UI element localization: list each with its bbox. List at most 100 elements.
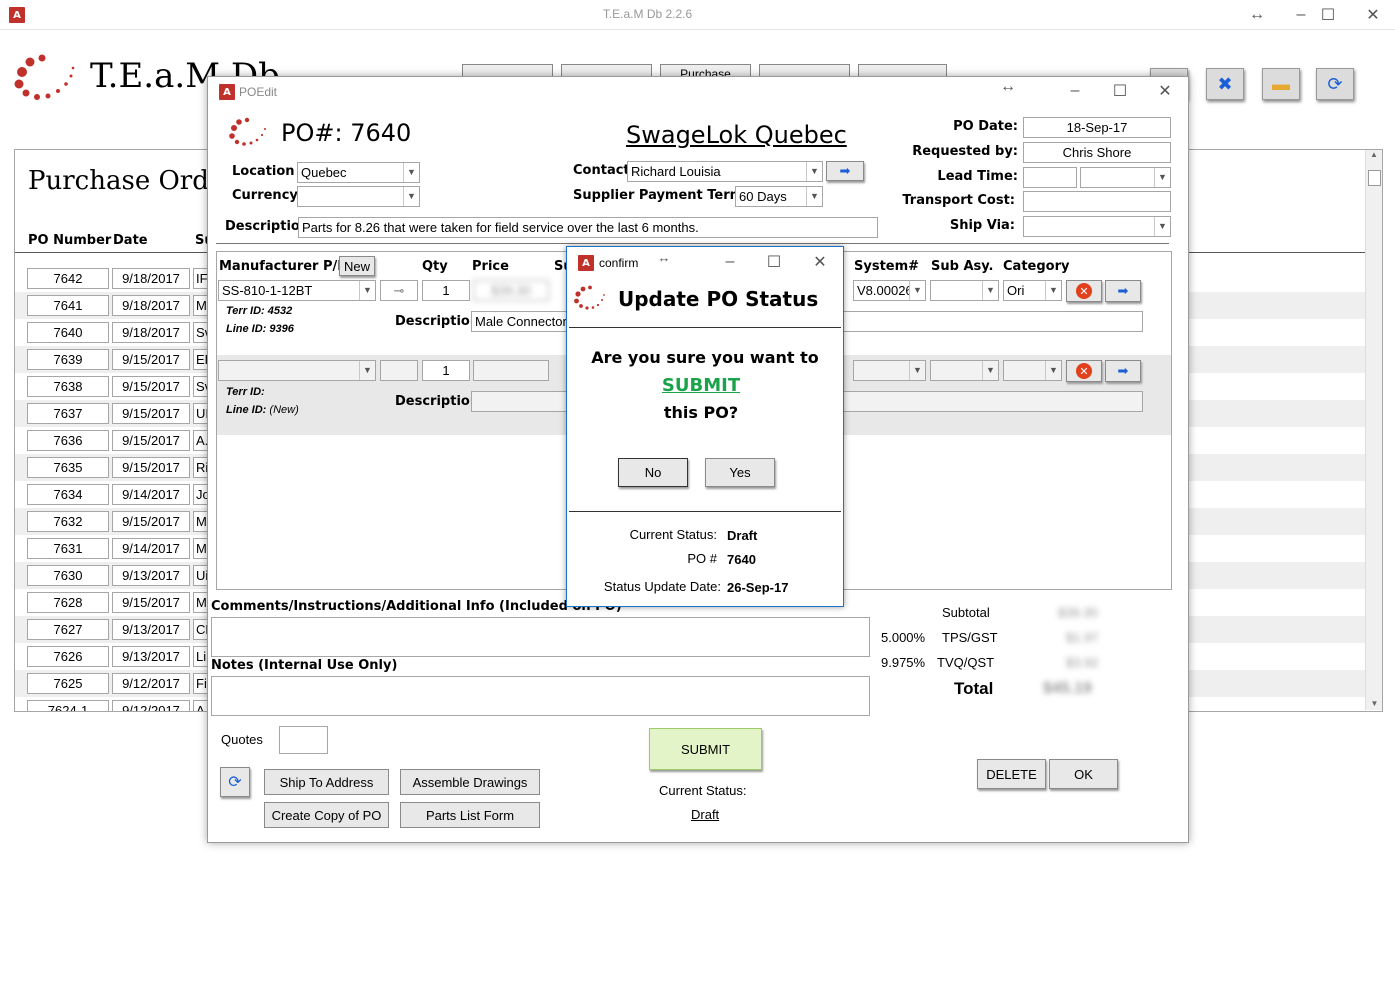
- confirm-dialog: A confirm ↔ – ☐ ✕ Update PO Status Are y…: [566, 246, 844, 607]
- line1-system-select[interactable]: V8.00026 ▼: [853, 280, 926, 301]
- list-scrollbar[interactable]: ▲ ▼: [1365, 150, 1382, 710]
- line2-delete-button[interactable]: ✕: [1066, 360, 1102, 382]
- comments-textarea[interactable]: [211, 617, 870, 657]
- tools-icon[interactable]: ✖: [1206, 68, 1244, 100]
- poedit-close-icon[interactable]: ✕: [1150, 81, 1180, 101]
- line1-subasy-select[interactable]: ▼: [930, 280, 999, 301]
- po-number-cell[interactable]: 7631: [27, 538, 109, 559]
- tvq-value: $3.92: [1066, 655, 1099, 670]
- chevron-down-icon: ▼: [1045, 281, 1061, 300]
- po-number-cell[interactable]: 7637: [27, 403, 109, 424]
- poedit-maximize-icon[interactable]: ☐: [1105, 81, 1135, 101]
- confirm-yes-button[interactable]: Yes: [705, 458, 775, 487]
- contact-go-button[interactable]: ➡: [826, 161, 864, 181]
- ship-to-address-button[interactable]: Ship To Address: [264, 769, 389, 795]
- contact-select[interactable]: Richard Louisia ▼: [627, 161, 823, 182]
- minimize-icon[interactable]: –: [1286, 5, 1316, 25]
- line2-subasy-select[interactable]: ▼: [930, 360, 999, 381]
- po-number-cell[interactable]: 7634: [27, 484, 109, 505]
- refresh-po-button[interactable]: ⟳: [220, 767, 250, 797]
- ok-button[interactable]: OK: [1049, 759, 1118, 789]
- submit-button[interactable]: SUBMIT: [649, 728, 762, 770]
- scroll-thumb[interactable]: [1368, 170, 1381, 186]
- assemble-drawings-button[interactable]: Assemble Drawings: [400, 769, 540, 795]
- quotes-input[interactable]: [279, 726, 328, 754]
- confirm-no-button[interactable]: No: [618, 458, 688, 487]
- line1-price-input[interactable]: $39.30: [473, 280, 549, 301]
- line1-mpn-select[interactable]: SS-810-1-12BT ▼: [218, 280, 376, 301]
- po-number-cell[interactable]: 7625: [27, 673, 109, 694]
- confirm-close-icon[interactable]: ✕: [805, 252, 835, 272]
- po-number-cell[interactable]: 7626: [27, 646, 109, 667]
- currency-select[interactable]: ▼: [297, 186, 420, 207]
- po-number-cell[interactable]: 7640: [27, 322, 109, 343]
- notes-label: Notes (Internal Use Only): [211, 658, 398, 673]
- line2-category-select[interactable]: ▼: [1003, 360, 1062, 381]
- line2-qty-input[interactable]: 1: [422, 360, 470, 381]
- po-number-cell[interactable]: 7628: [27, 592, 109, 613]
- line1-terr-id: Terr ID: 4532: [226, 305, 293, 317]
- delete-po-button[interactable]: DELETE: [977, 759, 1046, 789]
- location-label: Location: [232, 164, 295, 179]
- date-cell: 9/15/2017: [112, 403, 190, 424]
- description-input[interactable]: Parts for 8.26 that were taken for field…: [298, 217, 878, 238]
- lead-time-input[interactable]: [1023, 167, 1077, 188]
- line1-qty-input[interactable]: 1: [422, 280, 470, 301]
- close-icon[interactable]: ✕: [1358, 5, 1388, 25]
- maximize-icon[interactable]: ☐: [1313, 5, 1343, 25]
- po-number-cell[interactable]: 7639: [27, 349, 109, 370]
- line1-delete-button[interactable]: ✕: [1066, 280, 1102, 302]
- chevron-down-icon: ▼: [1154, 217, 1170, 236]
- payment-terms-select[interactable]: 60 Days ▼: [735, 186, 823, 207]
- parts-list-form-button[interactable]: Parts List Form: [400, 802, 540, 828]
- line1-category-select[interactable]: Ori ▼: [1003, 280, 1062, 301]
- line2-go-button[interactable]: ➡: [1105, 360, 1141, 382]
- transport-cost-input[interactable]: [1023, 191, 1171, 212]
- confirm-minimize-icon[interactable]: –: [715, 252, 745, 272]
- current-status-value[interactable]: Draft: [691, 807, 719, 822]
- line1-part-image[interactable]: ⊸: [380, 280, 418, 301]
- create-copy-button[interactable]: Create Copy of PO: [264, 802, 389, 828]
- po-number-cell[interactable]: 7624-1: [27, 700, 109, 711]
- po-number-cell[interactable]: 7635: [27, 457, 109, 478]
- scroll-down-icon[interactable]: ▼: [1366, 699, 1383, 708]
- location-select[interactable]: Quebec ▼: [297, 162, 420, 183]
- new-part-button[interactable]: New: [339, 256, 375, 276]
- poedit-resize-icon[interactable]: ↔: [993, 77, 1023, 97]
- ship-via-select[interactable]: ▼: [1023, 216, 1171, 237]
- tps-label: TPS/GST: [942, 630, 998, 645]
- scroll-up-icon[interactable]: ▲: [1366, 150, 1382, 166]
- folder-icon[interactable]: ▬: [1262, 68, 1300, 100]
- resize-icon[interactable]: ↔: [1242, 5, 1272, 25]
- confirm-logo-icon: [574, 285, 605, 310]
- po-number-cell[interactable]: 7632: [27, 511, 109, 532]
- confirm-maximize-icon[interactable]: ☐: [759, 252, 789, 272]
- po-number-cell[interactable]: 7642: [27, 268, 109, 289]
- notes-textarea[interactable]: [211, 676, 870, 716]
- confirm-resize-icon[interactable]: ↔: [649, 247, 679, 267]
- po-number-cell[interactable]: 7638: [27, 376, 109, 397]
- po-number-title: PO#: 7640: [281, 119, 412, 147]
- lead-time-unit-select[interactable]: ▼: [1080, 167, 1171, 188]
- po-number-cell[interactable]: 7641: [27, 295, 109, 316]
- line1-go-button[interactable]: ➡: [1105, 280, 1141, 302]
- line2-mpn-select[interactable]: ▼: [218, 360, 376, 381]
- supplier-name-link[interactable]: SwageLok Quebec: [626, 121, 847, 149]
- po-number-cell[interactable]: 7630: [27, 565, 109, 586]
- app-title: T.E.a.M Db 2.2.6: [602, 7, 693, 21]
- quotes-label: Quotes: [221, 732, 263, 747]
- line2-part-image[interactable]: [380, 360, 418, 381]
- ship-via-label: Ship Via:: [949, 218, 1015, 233]
- po-number-cell[interactable]: 7636: [27, 430, 109, 451]
- lead-time-label: Lead Time:: [937, 169, 1018, 184]
- line2-line-id-label: Line ID:: [226, 404, 267, 416]
- refresh-icon[interactable]: ⟳: [1316, 68, 1354, 100]
- po-date-input[interactable]: 18-Sep-17: [1023, 117, 1171, 138]
- requested-by-input[interactable]: Chris Shore: [1023, 142, 1171, 163]
- poedit-minimize-icon[interactable]: –: [1060, 81, 1090, 101]
- chevron-down-icon: ▼: [982, 361, 998, 380]
- line2-price-input[interactable]: [473, 360, 549, 381]
- po-number-cell[interactable]: 7627: [27, 619, 109, 640]
- line2-system-select[interactable]: ▼: [853, 360, 926, 381]
- po-date-label: PO Date:: [953, 119, 1018, 134]
